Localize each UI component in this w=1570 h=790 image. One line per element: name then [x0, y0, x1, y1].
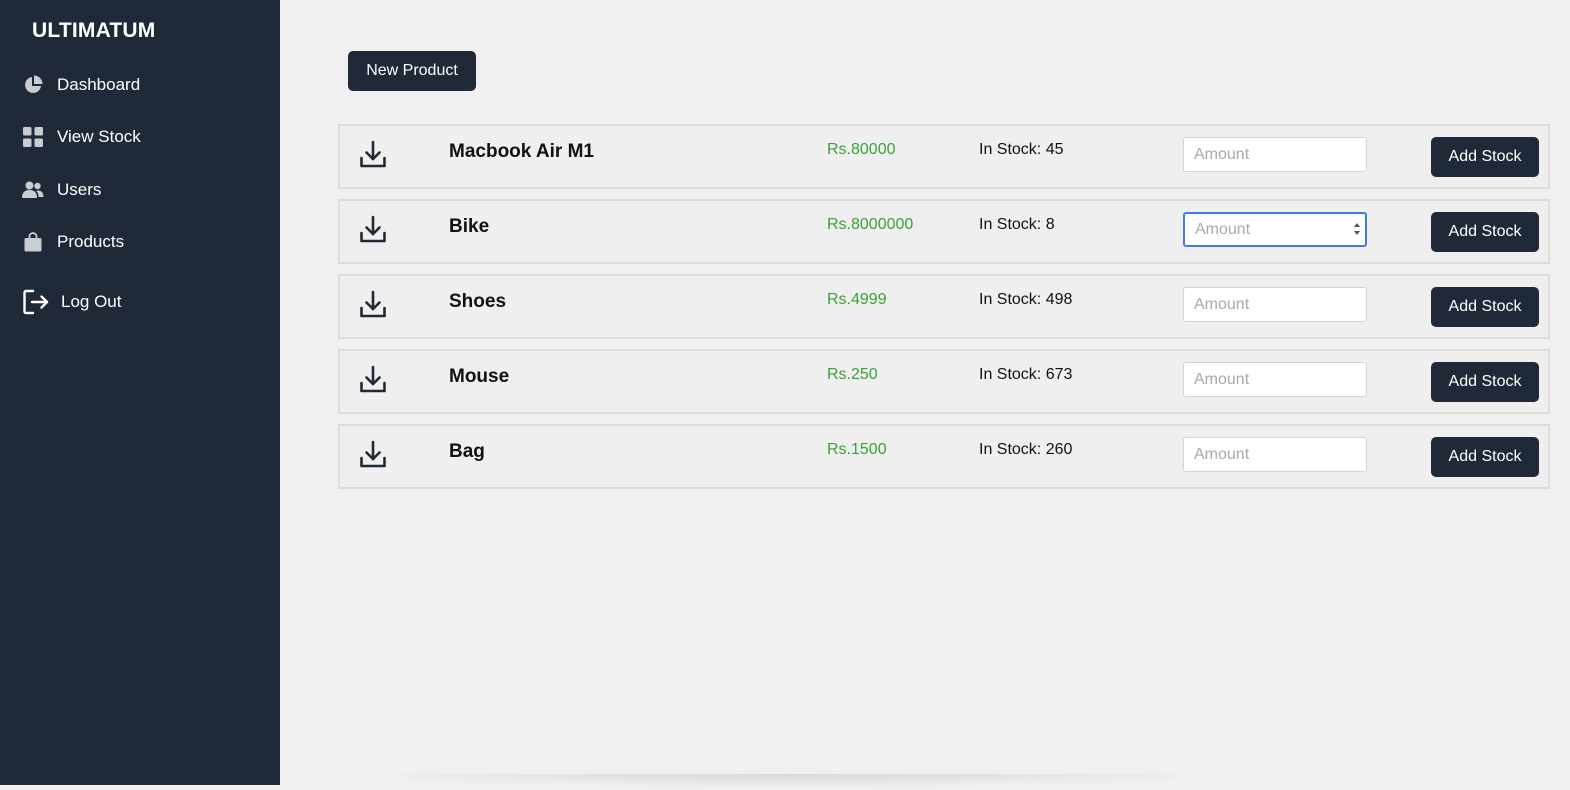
sidebar-item-dashboard[interactable]: Dashboard [22, 72, 140, 98]
new-product-button[interactable]: New Product [348, 51, 476, 91]
product-stock: In Stock: 498 [979, 291, 1073, 308]
sidebar-item-label: Products [57, 232, 125, 251]
product-list: Macbook Air M1 Rs.80000 In Stock: 45 Add… [338, 124, 1550, 499]
product-stock: In Stock: 673 [979, 366, 1073, 383]
product-price: Rs.8000000 [827, 216, 914, 233]
sidebar-item-users[interactable]: Users [22, 177, 101, 203]
sidebar-item-label: View Stock [57, 127, 141, 146]
pie-chart-icon [22, 74, 44, 96]
download-icon[interactable] [358, 214, 388, 246]
amount-input[interactable] [1183, 287, 1367, 322]
amount-input[interactable] [1183, 137, 1367, 172]
product-row: Shoes Rs.4999 In Stock: 498 Add Stock [338, 274, 1550, 339]
download-icon[interactable] [358, 364, 388, 396]
product-row: Bike Rs.8000000 In Stock: 8 Add Stock [338, 199, 1550, 264]
sidebar: ULTIMATUM Dashboard View Stock Users Pro… [0, 0, 280, 785]
logout-label: Log Out [61, 292, 122, 311]
product-name: Bike [449, 216, 490, 237]
bottom-shadow [350, 774, 1230, 788]
number-spinner-icon[interactable] [1352, 219, 1362, 239]
sidebar-item-label: Users [57, 180, 102, 199]
sidebar-item-view-stock[interactable]: View Stock [22, 124, 141, 150]
product-price: Rs.4999 [827, 291, 887, 308]
sidebar-item-label: Dashboard [57, 75, 141, 94]
add-stock-button[interactable]: Add Stock [1431, 212, 1539, 252]
product-stock: In Stock: 45 [979, 141, 1064, 158]
add-stock-button[interactable]: Add Stock [1431, 362, 1539, 402]
grid-icon [22, 126, 44, 148]
product-price: Rs.80000 [827, 141, 896, 158]
product-row: Macbook Air M1 Rs.80000 In Stock: 45 Add… [338, 124, 1550, 189]
product-name: Macbook Air M1 [449, 141, 594, 162]
amount-input[interactable] [1183, 362, 1367, 397]
product-row: Mouse Rs.250 In Stock: 673 Add Stock [338, 349, 1550, 414]
sidebar-item-products[interactable]: Products [22, 229, 124, 255]
shopping-bag-icon [22, 231, 44, 253]
product-price: Rs.250 [827, 366, 878, 383]
product-price: Rs.1500 [827, 441, 887, 458]
product-name: Mouse [449, 366, 510, 387]
app-root: ULTIMATUM Dashboard View Stock Users Pro… [0, 0, 1570, 790]
download-icon[interactable] [358, 139, 388, 171]
product-stock: In Stock: 8 [979, 216, 1055, 233]
product-row: Bag Rs.1500 In Stock: 260 Add Stock [338, 424, 1550, 489]
amount-input[interactable] [1183, 437, 1367, 472]
product-name: Shoes [449, 291, 507, 312]
logout-icon [22, 288, 50, 316]
logout-button[interactable]: Log Out [22, 289, 122, 315]
add-stock-button[interactable]: Add Stock [1431, 287, 1539, 327]
add-stock-button[interactable]: Add Stock [1431, 137, 1539, 177]
download-icon[interactable] [358, 289, 388, 321]
product-stock: In Stock: 260 [979, 441, 1073, 458]
amount-input[interactable] [1183, 212, 1367, 247]
product-name: Bag [449, 441, 485, 462]
brand-logo: ULTIMATUM [32, 19, 156, 42]
users-icon [22, 179, 44, 201]
add-stock-button[interactable]: Add Stock [1431, 437, 1539, 477]
download-icon[interactable] [358, 439, 388, 471]
